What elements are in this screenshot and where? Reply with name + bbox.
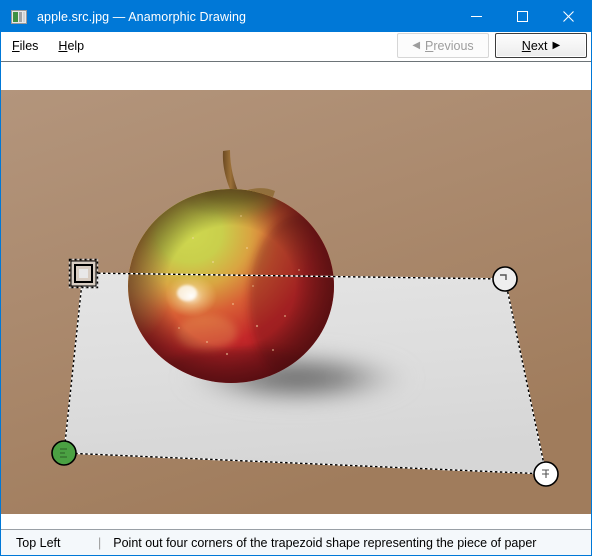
status-message: Point out four corners of the trapezoid … [113, 535, 537, 550]
menu-item-help[interactable]: Help [49, 36, 93, 56]
canvas-container [1, 62, 591, 529]
minimize-button[interactable] [453, 1, 499, 32]
status-corner-label: Top Left [16, 535, 61, 550]
close-button[interactable] [545, 1, 591, 32]
canvas-top-margin [1, 62, 591, 90]
next-button[interactable]: Next ▶ [495, 33, 587, 58]
maximize-button[interactable] [499, 1, 545, 32]
menu-item-files[interactable]: Files [3, 36, 47, 56]
corner-handle-top-left[interactable] [68, 258, 99, 289]
menu-item-help-label: elp [67, 39, 85, 53]
canvas-bottom-margin [1, 514, 591, 529]
title-bar[interactable]: apple.src.jpg — Anamorphic Drawing [1, 1, 591, 32]
triangle-left-icon: ◀ [412, 39, 421, 51]
next-button-label: ext [530, 38, 548, 53]
previous-button-label: revious [433, 38, 474, 53]
drawing-canvas[interactable] [1, 90, 591, 514]
next-button-mnemonic: N [521, 38, 531, 53]
menu-item-files-mnemonic: F [12, 39, 20, 53]
triangle-right-icon: ▶ [552, 39, 561, 51]
wizard-nav: ◀ Previous Next ▶ [397, 33, 587, 58]
app-window: apple.src.jpg — Anamorphic Drawing Files… [0, 0, 592, 556]
corner-handle-top-right[interactable] [492, 266, 518, 292]
window-title: apple.src.jpg — Anamorphic Drawing [37, 9, 247, 24]
image-file-icon [11, 9, 27, 25]
menu-item-files-label: iles [19, 39, 39, 53]
previous-button[interactable]: ◀ Previous [397, 33, 489, 58]
status-divider: | [98, 535, 102, 550]
corner-handle-bottom-left[interactable] [51, 440, 77, 466]
window-controls [453, 1, 591, 32]
corner-handle-bottom-right[interactable] [533, 461, 559, 487]
status-bar: Top Left | Point out four corners of the… [1, 529, 591, 555]
canvas-artwork [1, 90, 591, 514]
menu-bar: Files Help ◀ Previous Next ▶ [1, 32, 591, 61]
